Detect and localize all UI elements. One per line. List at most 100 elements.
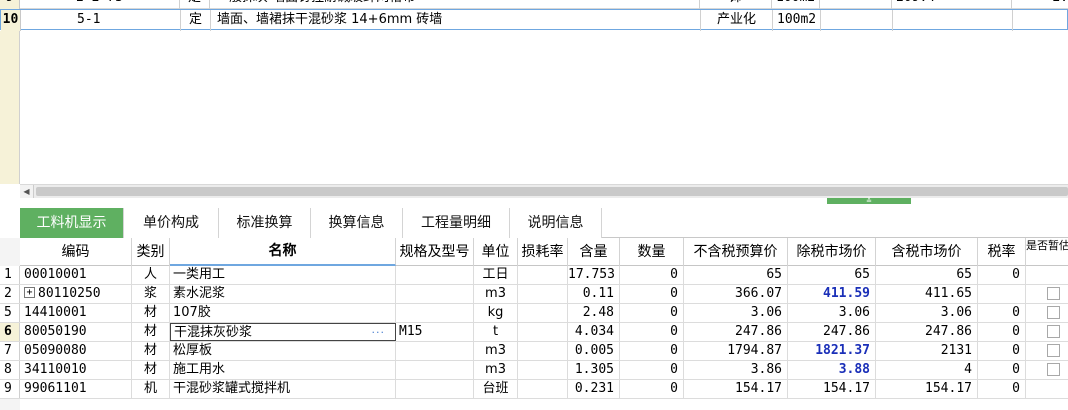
name-cell[interactable]: 干混抹灰砂浆 ··· [170, 323, 396, 341]
table-row[interactable]: 6 80050190 材 干混抹灰砂浆 ··· M15 t 4.034 0 247.86 247.8… [0, 323, 1068, 342]
market-excl-cell[interactable]: 247.86 [788, 323, 876, 341]
category-cell[interactable]: 材 [132, 342, 170, 360]
content-cell[interactable]: 4.034 [568, 323, 620, 341]
col-quantity[interactable]: 数量 [620, 238, 684, 266]
code-cell[interactable]: 05090080 [20, 342, 132, 360]
content-cell[interactable]: 0.231 [568, 380, 620, 398]
table-row[interactable]: 9 2-2-73 定 一般抹灰 墙面钉挂耐碱玻纤网格布 饰 100m2 209.… [0, 0, 1068, 9]
market-incl-cell[interactable]: 4 [876, 361, 978, 379]
spec-cell[interactable] [396, 342, 474, 360]
quantity-cell[interactable]: 0 [620, 323, 684, 341]
name-cell[interactable]: 墙面、墙裙抹干混砂浆 14+6mm 砖墙 [211, 10, 701, 31]
spec-cell[interactable] [396, 285, 474, 303]
market-incl-cell[interactable]: 2131 [876, 342, 978, 360]
name-cell[interactable]: 素水泥浆 [170, 285, 396, 303]
col-loss-rate[interactable]: 损耗率 [518, 238, 568, 266]
category-cell[interactable]: 材 [132, 304, 170, 322]
unit-cell[interactable]: 工日 [474, 266, 518, 284]
unit-cell[interactable]: 100m2 [773, 10, 821, 31]
name-cell[interactable]: 一般抹灰 墙面钉挂耐碱玻纤网格布 [210, 0, 700, 9]
unit-cell[interactable]: 100m2 [772, 0, 820, 9]
col-category[interactable]: 类别 [132, 238, 170, 266]
spec-cell[interactable] [396, 304, 474, 322]
tax-cell[interactable]: 0 [978, 304, 1026, 322]
scroll-left-icon[interactable]: ◀ [20, 185, 34, 198]
estimate-checkbox[interactable] [1047, 363, 1060, 376]
tax-cell[interactable]: 0 [978, 380, 1026, 398]
price-cell[interactable] [893, 10, 1013, 31]
pane-splitter[interactable]: ≚ [20, 198, 1068, 206]
table-row[interactable]: 9 99061101 机 干混砂浆罐式搅拌机 台班 0.231 0 154.17 154.17 1… [0, 380, 1068, 399]
code-cell[interactable]: 14410001 [20, 304, 132, 322]
table-row-selected[interactable]: 10 5-1 定 墙面、墙裙抹干混砂浆 14+6mm 砖墙 产业化 100m2 [0, 9, 1068, 31]
unit-cell[interactable]: t [474, 323, 518, 341]
tax-cell[interactable]: 0 [978, 361, 1026, 379]
content-cell[interactable]: 0.11 [568, 285, 620, 303]
market-excl-cell[interactable]: 154.17 [788, 380, 876, 398]
table-row[interactable]: 8 34110010 材 施工用水 m3 1.305 0 3.86 3.88 4 0 [0, 361, 1068, 380]
col-pretax-budget[interactable]: 不含税预算价 [684, 238, 788, 266]
unit-cell[interactable]: m3 [474, 342, 518, 360]
col-unit[interactable]: 单位 [474, 238, 518, 266]
content-cell[interactable]: 2.48 [568, 304, 620, 322]
loss-cell[interactable] [518, 323, 568, 341]
estimate-checkbox[interactable] [1047, 306, 1060, 319]
quantity-cell[interactable]: 0 [620, 361, 684, 379]
quantity-cell[interactable]: 0 [620, 304, 684, 322]
expand-icon[interactable]: + [24, 287, 35, 298]
unit-cell[interactable]: kg [474, 304, 518, 322]
qty-cell[interactable] [821, 10, 893, 31]
estimate-checkbox[interactable] [1047, 344, 1060, 357]
table-row[interactable]: 1 00010001 人 一类用工 工日 17.753 0 65 65 65 0 [0, 266, 1068, 285]
estimate-cell[interactable] [1026, 266, 1068, 284]
specialty-cell[interactable]: 饰 [700, 0, 772, 9]
tax-cell[interactable]: 0 [978, 342, 1026, 360]
category-cell[interactable]: 材 [132, 361, 170, 379]
spec-cell[interactable] [396, 361, 474, 379]
code-cell[interactable]: 5-1 [21, 10, 181, 31]
estimate-checkbox[interactable] [1047, 325, 1060, 338]
loss-cell[interactable] [518, 361, 568, 379]
tax-cell[interactable]: 0 [978, 266, 1026, 284]
table-row[interactable]: 2 +80110250 浆素水泥浆 m3 0.11 0 366.07 411.59 411.65 [0, 285, 1068, 304]
tax-cell[interactable]: 0 [978, 323, 1026, 341]
spec-cell[interactable] [396, 380, 474, 398]
name-cell[interactable]: 松厚板 [170, 342, 396, 360]
price-cell[interactable]: 209.4 [892, 0, 1012, 9]
specialty-cell[interactable]: 产业化 [701, 10, 773, 31]
market-excl-cell[interactable]: 411.59 [788, 285, 876, 303]
name-cell[interactable]: 施工用水 [170, 361, 396, 379]
quantity-cell[interactable]: 0 [620, 342, 684, 360]
col-code[interactable]: 编码 [20, 238, 132, 266]
type-cell[interactable]: 定 [181, 10, 211, 31]
market-excl-cell[interactable]: 65 [788, 266, 876, 284]
loss-cell[interactable] [518, 304, 568, 322]
market-incl-cell[interactable]: 3.06 [876, 304, 978, 322]
tab-description[interactable]: 说明信息 [510, 208, 602, 238]
code-cell[interactable]: 99061101 [20, 380, 132, 398]
category-cell[interactable]: 材 [132, 323, 170, 341]
content-cell[interactable]: 17.753 [568, 266, 620, 284]
code-cell[interactable]: 80050190 [20, 323, 132, 341]
budget-cell[interactable]: 1794.87 [684, 342, 788, 360]
splitter-handle-icon[interactable]: ≚ [827, 198, 911, 205]
table-row[interactable]: 7 05090080 材 松厚板 m3 0.005 0 1794.87 1821.37 2131 0 [0, 342, 1068, 361]
name-cell[interactable]: 一类用工 [170, 266, 396, 284]
estimate-cell[interactable] [1026, 285, 1068, 303]
tax-cell[interactable] [978, 285, 1026, 303]
qty-cell[interactable] [820, 0, 892, 9]
category-cell[interactable]: 人 [132, 266, 170, 284]
col-market-incl[interactable]: 含税市场价 [876, 238, 978, 266]
col-market-excl[interactable]: 除税市场价 [788, 238, 876, 266]
quantity-cell[interactable]: 0 [620, 380, 684, 398]
quantity-cell[interactable]: 0 [620, 285, 684, 303]
code-cell[interactable]: 34110010 [20, 361, 132, 379]
market-incl-cell[interactable]: 411.65 [876, 285, 978, 303]
category-cell[interactable]: 浆 [132, 285, 170, 303]
col-tax-rate[interactable]: 税率 [978, 238, 1026, 266]
estimate-cell[interactable] [1026, 323, 1068, 341]
tab-quantity-detail[interactable]: 工程量明细 [403, 208, 510, 238]
category-cell[interactable]: 机 [132, 380, 170, 398]
budget-cell[interactable]: 3.06 [684, 304, 788, 322]
tab-unit-price[interactable]: 单价构成 [124, 208, 219, 238]
